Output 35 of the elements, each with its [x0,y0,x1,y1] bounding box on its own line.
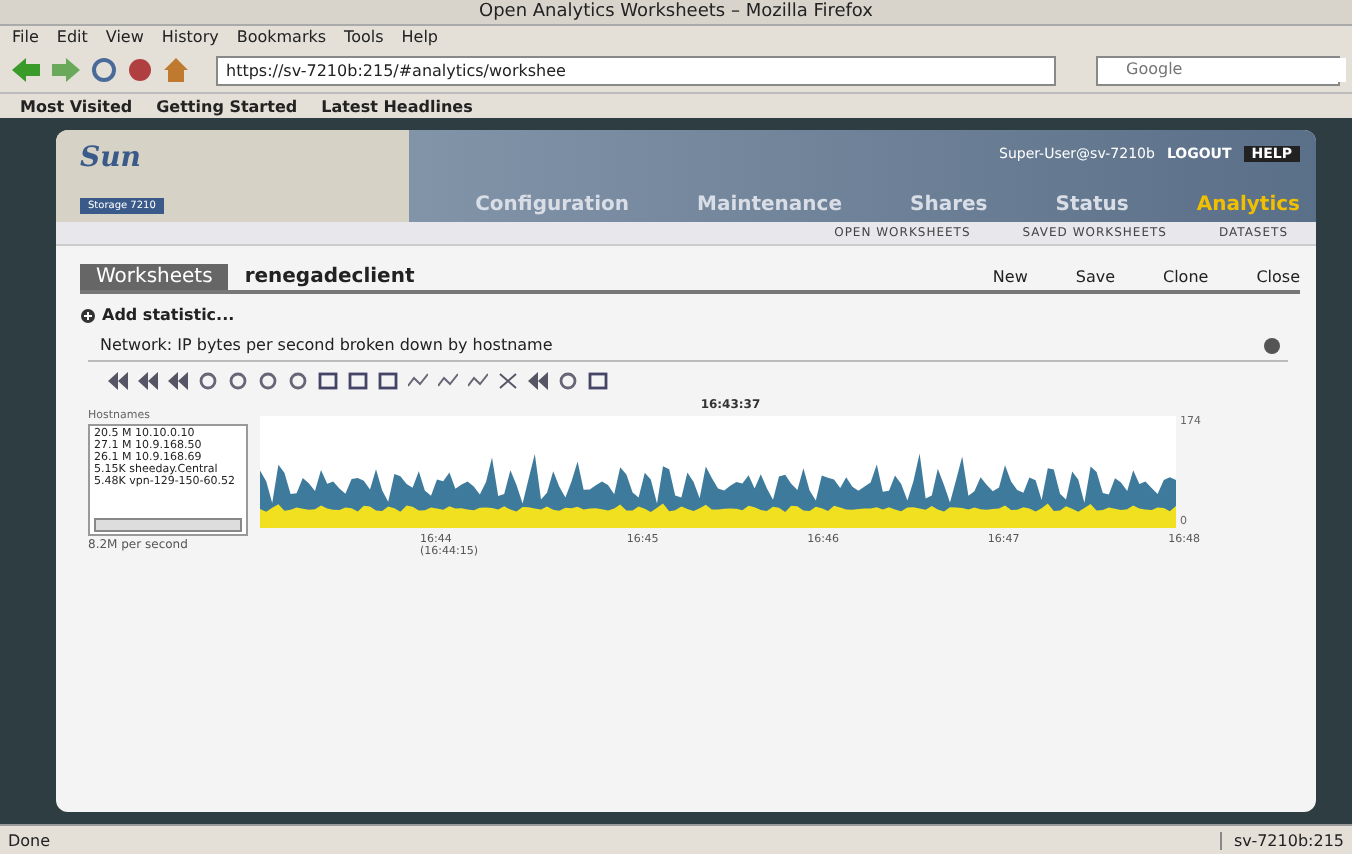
toolbar-icon[interactable] [108,372,128,390]
reload-icon[interactable] [92,58,116,82]
status-text: Done [8,831,53,849]
status-host: sv-7210b:215 [1220,831,1344,849]
bookmark-item[interactable]: Latest Headlines [321,97,473,115]
scrollbar[interactable] [94,518,242,532]
toolbar-icon[interactable] [168,372,188,390]
worksheet-action[interactable]: Clone [1163,267,1209,285]
add-statistic-link[interactable]: Add statistic... [102,306,235,324]
worksheet-action[interactable]: Save [1075,267,1115,285]
menu-item[interactable]: Help [401,28,439,46]
worksheet-action[interactable]: New [992,267,1028,285]
menu-item[interactable]: History [161,28,219,46]
bookmark-item[interactable]: Getting Started [156,97,298,115]
worksheet-action[interactable]: Close [1256,267,1300,285]
add-icon[interactable] [80,307,96,323]
home-icon[interactable] [164,58,188,82]
worksheets-tab[interactable]: Worksheets [80,263,229,289]
statistic-title: Network: IP bytes per second broken down by hostname [100,336,553,354]
address-field[interactable]: https://sv-7210b:215/#analytics/workshee [216,55,1056,85]
bookmark-item[interactable]: Most Visited [20,97,133,115]
menu-item[interactable]: Bookmarks [236,28,327,46]
window-title: Open Analytics Worksheets – Mozilla Firefox [479,2,873,22]
menu-item[interactable]: Tools [344,28,384,46]
back-icon[interactable] [12,58,40,82]
toolbar-icon[interactable] [138,372,158,390]
logo: Sun [80,142,143,174]
worksheet-name: renegadeclient [244,265,415,287]
search-field[interactable]: Google [1096,55,1340,85]
toolbar-icon[interactable] [528,372,548,390]
menu-item[interactable]: View [105,28,144,46]
menu-item[interactable]: File [12,28,39,46]
stop-icon[interactable] [128,58,152,82]
toolbar-icon[interactable] [498,372,518,390]
menu-item[interactable]: Edit [56,28,88,46]
